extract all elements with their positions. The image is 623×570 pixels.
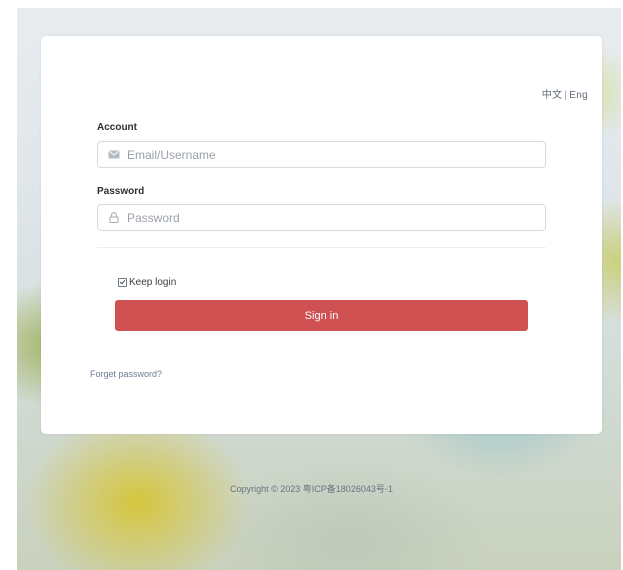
language-english-link[interactable]: Eng [569, 90, 588, 101]
sign-in-button[interactable]: Sign in [115, 300, 528, 331]
keep-login[interactable]: Keep login [118, 277, 176, 288]
account-input[interactable] [127, 144, 545, 165]
language-switch: 中文 | Eng [542, 86, 588, 101]
password-field[interactable] [97, 204, 546, 231]
envelope-icon [108, 149, 120, 161]
login-page: 中文|Eng Account Password [0, 0, 623, 570]
password-label: Password [97, 186, 145, 197]
language-chinese-link[interactable]: 中文 [542, 90, 563, 101]
copyright-footer: Copyright © 2023 粤ICP备18026043号-1 [230, 484, 393, 494]
keep-login-label: Keep login [129, 277, 177, 288]
forgot-password-link[interactable]: Forget password? [90, 369, 162, 379]
lock-icon [108, 212, 120, 224]
password-input[interactable] [127, 207, 545, 228]
account-field[interactable] [97, 141, 546, 168]
account-label: Account [97, 122, 137, 133]
keep-login-checkbox[interactable] [118, 278, 127, 287]
form-divider [97, 247, 546, 248]
language-separator: | [564, 90, 568, 101]
login-card: 中文|Eng Account Password [41, 36, 602, 434]
